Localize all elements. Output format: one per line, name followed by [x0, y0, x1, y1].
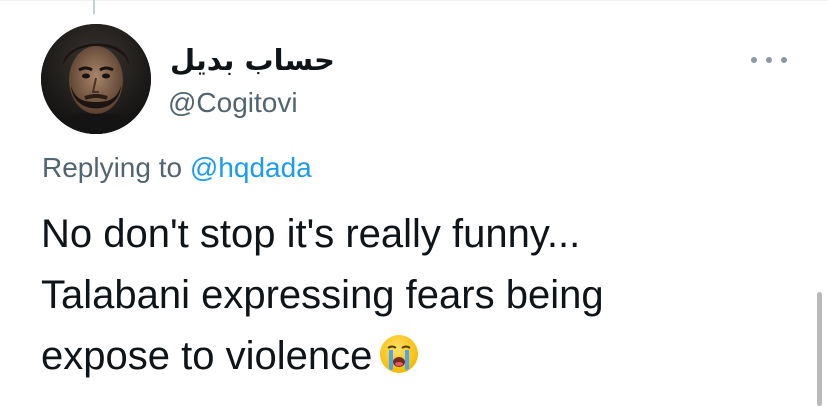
- tweet-card[interactable]: حساب بديل @Cogitovi Replying to @hqdada …: [0, 0, 828, 406]
- author-handle[interactable]: @Cogitovi: [168, 86, 298, 120]
- tweet-line-with-emoji: expose to violence: [41, 326, 781, 393]
- author-display-name[interactable]: حساب بديل: [170, 42, 335, 78]
- thread-connector-line: [93, 0, 95, 14]
- tweet-line: No don't stop it's really funny...: [41, 212, 581, 256]
- dot: [751, 57, 757, 63]
- divider: [0, 0, 828, 1]
- replying-to-label: Replying to: [42, 152, 183, 183]
- scrollbar[interactable]: [817, 292, 822, 406]
- more-options-icon[interactable]: [751, 48, 787, 72]
- loudly-crying-face-icon: [378, 332, 420, 393]
- replying-to: Replying to @hqdada: [42, 150, 312, 186]
- avatar[interactable]: [41, 24, 151, 134]
- reply-mention-link[interactable]: @hqdada: [190, 152, 312, 183]
- dot: [766, 57, 772, 63]
- dot: [781, 57, 787, 63]
- avatar-portrait-icon: [41, 24, 151, 134]
- tweet-text: No don't stop it's really funny... Talab…: [41, 204, 781, 393]
- tweet-line: Talabani expressing fears being: [41, 273, 604, 317]
- tweet-line: expose to violence: [41, 334, 373, 378]
